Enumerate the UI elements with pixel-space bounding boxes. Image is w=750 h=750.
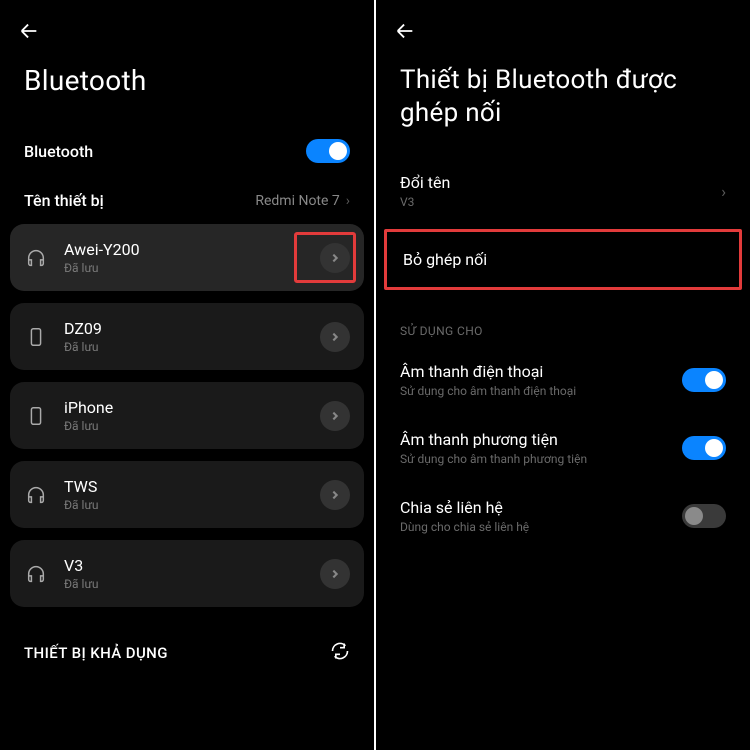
device-status: Đã lưu (64, 577, 304, 591)
device-name-value: Redmi Note 7 (255, 193, 339, 209)
device-row[interactable]: TWS Đã lưu (10, 461, 364, 528)
device-status: Đã lưu (64, 340, 304, 354)
use-subtitle: Sử dụng cho âm thanh phương tiện (400, 452, 587, 466)
headphones-icon (24, 562, 48, 586)
page-title: Thiết bị Bluetooth được ghép nối (376, 54, 750, 159)
rename-row[interactable]: Đổi tên V3 › (376, 159, 750, 223)
phone-icon (24, 404, 48, 428)
rename-value: V3 (400, 195, 450, 209)
back-icon[interactable] (394, 27, 416, 46)
device-status: Đã lưu (64, 419, 304, 433)
bluetooth-settings-screen: Bluetooth Bluetooth Tên thiết bị Redmi N… (0, 0, 374, 750)
device-status: Đã lưu (64, 498, 304, 512)
device-name: DZ09 (64, 319, 304, 338)
device-status: Đã lưu (64, 261, 304, 275)
use-for-row[interactable]: Âm thanh phương tiện Sử dụng cho âm thanh… (376, 414, 750, 482)
device-name-row[interactable]: Tên thiết bị Redmi Note 7 › (0, 177, 374, 224)
bluetooth-toggle[interactable] (306, 139, 350, 163)
device-row[interactable]: Awei-Y200 Đã lưu (10, 224, 364, 291)
device-details-button[interactable] (320, 322, 350, 352)
phone-icon (24, 325, 48, 349)
device-details-button[interactable] (320, 480, 350, 510)
refresh-icon[interactable] (330, 641, 350, 665)
use-title: Âm thanh điện thoại (400, 362, 576, 381)
use-for-row[interactable]: Chia sẻ liên hệ Dùng cho chia sẻ liên hệ (376, 482, 750, 550)
use-subtitle: Sử dụng cho âm thanh điện thoại (400, 384, 576, 398)
use-toggle[interactable] (682, 504, 726, 528)
device-details-button[interactable] (320, 401, 350, 431)
device-row[interactable]: DZ09 Đã lưu (10, 303, 364, 370)
back-icon[interactable] (18, 27, 40, 46)
device-name: iPhone (64, 398, 304, 417)
bluetooth-label: Bluetooth (24, 142, 93, 161)
chevron-right-icon: › (721, 182, 726, 201)
use-for-list: Âm thanh điện thoại Sử dụng cho âm thanh … (376, 346, 750, 550)
unpair-row[interactable]: Bỏ ghép nối (384, 229, 742, 290)
device-name: Awei-Y200 (64, 240, 304, 259)
page-title: Bluetooth (0, 54, 374, 125)
use-subtitle: Dùng cho chia sẻ liên hệ (400, 520, 529, 534)
paired-device-detail-screen: Thiết bị Bluetooth được ghép nối Đổi tên… (376, 0, 750, 750)
headphones-icon (24, 246, 48, 270)
bluetooth-toggle-row[interactable]: Bluetooth (0, 125, 374, 177)
device-details-button[interactable] (320, 559, 350, 589)
device-name: TWS (64, 477, 304, 496)
device-name: V3 (64, 556, 304, 575)
device-details-button[interactable] (320, 243, 350, 273)
use-title: Chia sẻ liên hệ (400, 498, 529, 517)
headphones-icon (24, 483, 48, 507)
device-row[interactable]: V3 Đã lưu (10, 540, 364, 607)
rename-label: Đổi tên (400, 173, 450, 192)
chevron-right-icon: › (346, 193, 350, 209)
use-title: Âm thanh phương tiện (400, 430, 587, 449)
unpair-label: Bỏ ghép nối (403, 250, 723, 269)
device-row[interactable]: iPhone Đã lưu (10, 382, 364, 449)
use-toggle[interactable] (682, 368, 726, 392)
use-toggle[interactable] (682, 436, 726, 460)
available-header-text: THIẾT BỊ KHẢ DỤNG (24, 644, 168, 662)
paired-device-list: Awei-Y200Đã lưuDZ09Đã lưuiPhoneĐã lưuTWS… (0, 224, 374, 607)
use-for-header: SỬ DỤNG CHO (376, 296, 750, 346)
available-devices-header: THIẾT BỊ KHẢ DỤNG (0, 619, 374, 671)
device-name-label: Tên thiết bị (24, 191, 104, 210)
use-for-row[interactable]: Âm thanh điện thoại Sử dụng cho âm thanh … (376, 346, 750, 414)
